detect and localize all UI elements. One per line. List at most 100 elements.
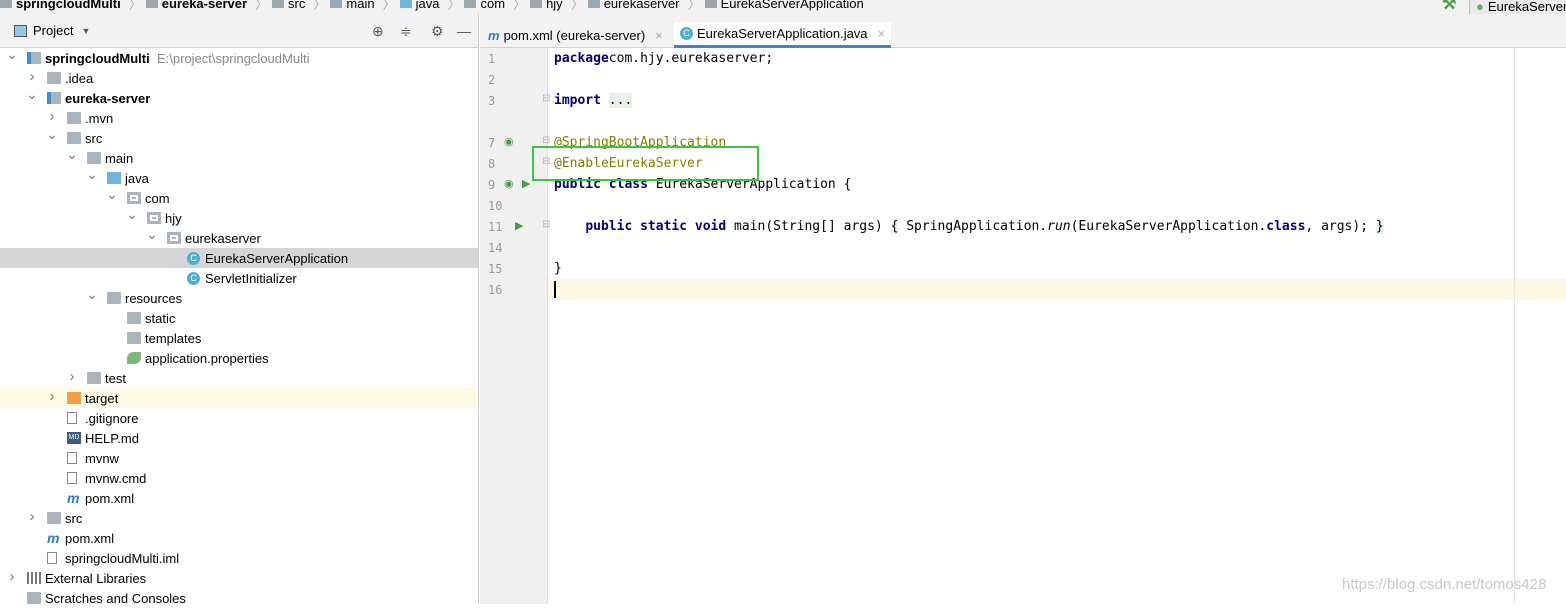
collapse-all-icon[interactable]: ≑ xyxy=(400,23,412,40)
chevron-down-icon[interactable]: ⌄ xyxy=(6,46,18,63)
chevron-down-icon[interactable]: ⌄ xyxy=(126,206,138,223)
chevron-right-icon[interactable]: › xyxy=(6,568,18,585)
tree-item[interactable]: application.properties xyxy=(0,348,478,368)
chevron-down-icon[interactable]: ⌄ xyxy=(46,126,58,143)
spring-bean-icon[interactable]: ◉ xyxy=(504,135,514,148)
code-line xyxy=(554,279,556,300)
tree-item-label: ServletInitializer xyxy=(205,270,297,286)
tree-item-label: main xyxy=(105,150,134,166)
tree-item-label: Scratches and Consoles xyxy=(45,590,186,606)
tree-item[interactable]: ⌄ springcloudMulti E:\project\springcloudM… xyxy=(0,46,478,68)
tree-item[interactable]: ⌄ main xyxy=(0,146,478,168)
scratches-icon xyxy=(27,592,41,604)
line-number: 10 xyxy=(488,199,503,213)
breadcrumb-label: com xyxy=(480,0,506,11)
tree-item[interactable]: m pom.xml xyxy=(0,488,478,508)
chevron-right-icon[interactable]: › xyxy=(66,368,78,385)
tree-item[interactable]: .gitignore xyxy=(0,408,478,428)
breadcrumb-label: EurekaServerApplication xyxy=(720,0,864,11)
file-icon xyxy=(67,472,77,484)
chevron-down-icon[interactable]: ⌄ xyxy=(26,86,38,103)
chevron-right-icon[interactable]: › xyxy=(26,68,38,85)
tree-item[interactable]: C EurekaServerApplication xyxy=(0,248,478,268)
tree-item[interactable]: ⌄ src xyxy=(0,126,478,148)
tree-item[interactable]: › .idea xyxy=(0,68,478,88)
build-hammer-icon[interactable]: ⚒ xyxy=(1442,0,1456,14)
breadcrumb-item[interactable]: eurekaserver 〉 xyxy=(587,0,705,12)
excluded-folder-icon xyxy=(67,392,81,404)
tree-item[interactable]: ⌄ eureka-server xyxy=(0,86,478,108)
chevron-down-icon[interactable]: ⌄ xyxy=(106,186,118,203)
tree-item[interactable]: MD HELP.md xyxy=(0,428,478,448)
tree-item-label: java xyxy=(125,170,149,186)
tab-eureka-server-application[interactable]: C EurekaServerApplication.java × xyxy=(674,22,892,48)
text-cursor xyxy=(554,281,556,298)
tree-item[interactable]: ⌄ com xyxy=(0,186,478,208)
code-token: class xyxy=(1266,219,1306,234)
breadcrumb-item[interactable]: hjy 〉 xyxy=(530,0,588,12)
minimize-icon[interactable]: — xyxy=(457,23,471,39)
tree-item[interactable]: ⌄ eurekaserver xyxy=(0,226,478,248)
tree-item[interactable]: › src xyxy=(0,508,478,528)
tree-item[interactable]: › test xyxy=(0,368,478,388)
chevron-right-icon[interactable]: › xyxy=(46,388,58,405)
tree-item[interactable]: › .mvn xyxy=(0,108,478,128)
run-icon[interactable]: ▶ xyxy=(515,219,523,232)
code-editor[interactable]: packagecom.hjy.eurekaserver; import ... @S… xyxy=(549,48,1566,604)
tree-item[interactable]: m pom.xml xyxy=(0,528,478,548)
breadcrumb-item[interactable]: main 〉 xyxy=(330,0,399,12)
breadcrumb-item[interactable]: com 〉 xyxy=(464,0,530,12)
code-token: main(String[] args) xyxy=(734,219,891,234)
folder-icon xyxy=(399,0,412,8)
tree-item-label: .idea xyxy=(65,70,94,86)
spring-run-icon[interactable]: ◉ xyxy=(504,177,514,190)
line-number: 7 xyxy=(488,136,496,150)
tree-item-label: External Libraries xyxy=(45,570,147,586)
chevron-right-icon: 〉 xyxy=(313,0,327,12)
breadcrumb-item[interactable]: EurekaServerApplication xyxy=(704,0,868,11)
chevron-down-icon[interactable]: ⌄ xyxy=(86,286,98,303)
tab-pom-xml[interactable]: m pom.xml (eureka-server) × xyxy=(482,22,669,48)
chevron-right-icon: 〉 xyxy=(687,0,701,12)
chevron-right-icon[interactable]: › xyxy=(26,508,38,525)
folder-icon xyxy=(47,512,61,524)
caret-down-icon[interactable]: ▼ xyxy=(81,26,90,36)
breadcrumb-item[interactable]: java 〉 xyxy=(399,0,465,12)
tree-item-label: hjy xyxy=(165,210,182,226)
breadcrumb-label: src xyxy=(288,0,306,11)
tree-item-label: eureka-server xyxy=(65,90,151,106)
tree-item[interactable]: › target xyxy=(0,388,478,408)
chevron-down-icon[interactable]: ⌄ xyxy=(146,226,158,243)
breadcrumb-item[interactable]: springcloudMulti 〉 xyxy=(0,0,146,12)
locate-icon[interactable]: ⊕ xyxy=(372,23,384,40)
tree-item[interactable]: mvnw.cmd xyxy=(0,468,478,488)
tree-item[interactable]: C ServletInitializer xyxy=(0,268,478,288)
chevron-down-icon[interactable]: ⌄ xyxy=(66,146,78,163)
tree-item[interactable]: ⌄ hjy xyxy=(0,206,478,228)
breadcrumb-item[interactable]: eureka-server 〉 xyxy=(145,0,272,12)
tree-item[interactable]: ⌄ java xyxy=(0,166,478,188)
chevron-right-icon[interactable]: › xyxy=(46,108,58,125)
line-number: 2 xyxy=(488,73,496,87)
code-token: run xyxy=(1047,219,1071,234)
tree-item[interactable]: mvnw xyxy=(0,448,478,468)
breadcrumb-label: springcloudMulti xyxy=(16,0,121,11)
tree-item[interactable]: templates xyxy=(0,328,478,348)
chevron-down-icon[interactable]: ⌄ xyxy=(86,166,98,183)
folder-icon xyxy=(330,0,343,8)
tree-item[interactable]: ⌄ resources xyxy=(0,286,478,308)
tree-item[interactable]: static xyxy=(0,308,478,328)
module-icon xyxy=(27,52,41,64)
run-icon[interactable]: ▶ xyxy=(522,177,530,190)
line-number: 1 xyxy=(488,52,496,66)
close-tab-icon[interactable]: × xyxy=(655,28,663,43)
breadcrumb-item[interactable]: src 〉 xyxy=(272,0,330,12)
project-view-selector[interactable]: Project xyxy=(33,23,73,38)
chevron-right-icon: 〉 xyxy=(255,0,269,12)
tree-item[interactable]: Scratches and Consoles xyxy=(0,588,478,608)
tree-item[interactable]: springcloudMulti.iml xyxy=(0,548,478,568)
gear-icon[interactable]: ⚙ xyxy=(431,23,444,40)
tree-item[interactable]: › External Libraries xyxy=(0,568,478,588)
close-tab-icon[interactable]: × xyxy=(878,26,886,41)
